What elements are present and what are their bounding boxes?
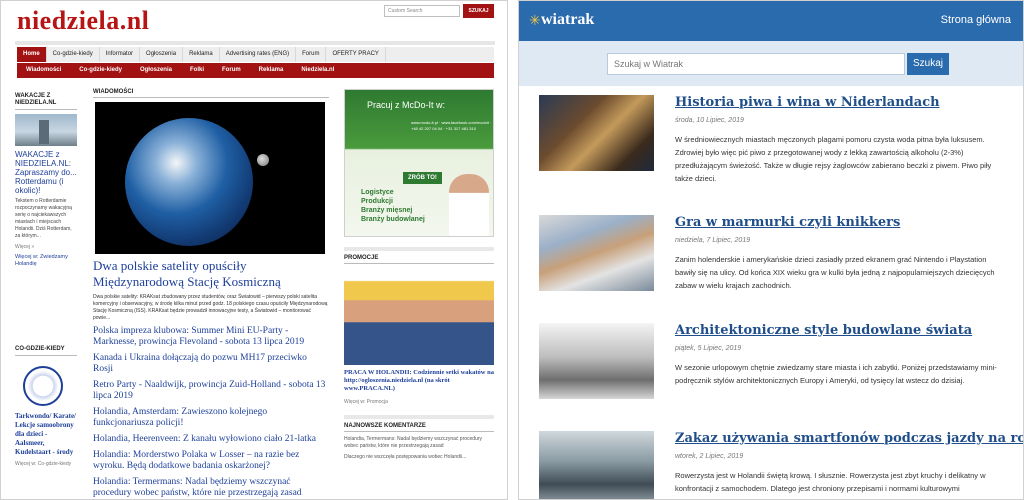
earth-image[interactable] [95, 102, 325, 254]
article-title[interactable]: Architektoniczne style budowlane świata [675, 323, 972, 338]
comment-item[interactable]: Dlaczego nie wszczęła postępowania wobec… [344, 454, 494, 461]
event-title[interactable]: Tarkwondo/ Karate/ Lekcje samoobrony dla… [15, 412, 77, 457]
article-date: wtorek, 2 Lipiec, 2019 [675, 453, 744, 460]
divider [15, 41, 495, 45]
subnav-folki[interactable]: Folki [181, 63, 213, 78]
nav-forum[interactable]: Forum [296, 47, 327, 62]
rotterdam-image[interactable] [15, 114, 77, 146]
ad-list-item: Logistyce [361, 189, 394, 196]
wiatrak-screenshot: ✳ wiatrak Strona główna Szukaj w Wiatrak… [518, 0, 1024, 500]
ad-list-item: Produkcji [361, 198, 393, 205]
promo-heading: PROMOCJE [344, 255, 494, 264]
beer-painting-image[interactable] [539, 95, 654, 171]
headline-link[interactable]: Holandia, Amsterdam: Zawieszono kolejneg… [93, 407, 329, 429]
sidebar-co-gdzie-kiedy: CO-GDZIE-KIEDY Tarkwondo/ Karate/ Lekcje… [15, 346, 77, 467]
nav-reklama[interactable]: Reklama [183, 47, 220, 62]
search-button[interactable]: Szukaj [907, 53, 949, 75]
nav-advertising-rates[interactable]: Advertising rates (ENG) [220, 47, 297, 62]
site-logo[interactable]: niedziela.nl [17, 6, 149, 36]
subnav-reklama[interactable]: Reklama [250, 63, 293, 78]
sidebar-article-text: Tekstem o Rotterdamie rozpoczynamy wakac… [15, 198, 72, 239]
article-text: Rowerzysta jest w Holandii świętą krową.… [675, 471, 986, 493]
subnav-wiadomosci[interactable]: Wiadomości [17, 63, 70, 78]
lead-article-title[interactable]: Dwa polskie satelity opuściły Międzynaro… [93, 258, 329, 290]
sidebar-heading: CO-GDZIE-KIEDY [15, 346, 77, 356]
ad-cta-button[interactable]: ZRÓB TO! [403, 172, 442, 184]
headline-link[interactable]: Polska impreza klubowa: Summer Mini EU-P… [93, 326, 329, 348]
karate-logo[interactable] [23, 366, 63, 406]
subnav-niedziela[interactable]: Niedziela.nl [292, 63, 343, 78]
article-date: piątek, 5 Lipiec, 2019 [675, 345, 742, 352]
nav-home[interactable]: Home [17, 47, 47, 62]
article-title[interactable]: Historia piwa i wina w Niderlandach [675, 95, 940, 110]
comments-heading: NAJNOWSZE KOMENTARZE [344, 423, 494, 432]
top-bar: ✳ wiatrak Strona główna [519, 1, 1023, 41]
news-heading: WIADOMOŚCI [93, 89, 329, 98]
marbles-image[interactable] [539, 215, 654, 291]
search-button[interactable]: SZUKAJ [463, 4, 494, 18]
article-date: środa, 10 Lipiec, 2019 [675, 117, 744, 124]
ad-list-item: Branży mięsnej [361, 207, 413, 214]
lead-article-text: Dwa polskie satelity: KRAKsat zbudowany … [93, 294, 328, 321]
ad-headline: Pracuj z McDo-It w: [367, 100, 446, 110]
cyclist-image[interactable] [539, 431, 654, 499]
sidebar-article-title[interactable]: WAKACJE z NIEDZIELA.NL: Zapraszamy do...… [15, 150, 77, 195]
worker-image[interactable] [344, 269, 494, 365]
ad-list-item: Branży budowlanej [361, 216, 425, 223]
search-input[interactable]: Custom Search [384, 5, 460, 17]
category-link[interactable]: Więcej w: Zwiedzamy Holandię [15, 254, 77, 268]
search-input[interactable]: Szukaj w Wiatrak [607, 53, 905, 75]
castle-engraving-image[interactable] [539, 323, 654, 399]
sidebar-wakacje: WAKACJE Z NIEDZIELA.NL WAKACJE z NIEDZIE… [15, 93, 77, 268]
nav-informator[interactable]: Informator [100, 47, 141, 62]
mcdo-it-ad[interactable]: Pracuj z McDo-It w: www.mcdo-it.pl · www… [344, 89, 494, 237]
article-date: niedziela, 7 Lipiec, 2019 [675, 237, 751, 244]
article-text: W średniowiecznych miastach męczonych pl… [675, 135, 992, 183]
ad-list: Logistyce Produkcji Branży mięsnej Branż… [361, 188, 425, 224]
moon [257, 154, 269, 166]
search-bar: Szukaj w Wiatrak Szukaj [519, 41, 1023, 86]
headline-link[interactable]: Kanada i Ukraina dołączają do pozwu MH17… [93, 353, 329, 375]
article-title[interactable]: Gra w marmurki czyli knikkers [675, 215, 900, 230]
subnav-ogloszenia[interactable]: Ogłoszenia [131, 63, 181, 78]
headline-list: Polska impreza klubowa: Summer Mini EU-P… [93, 326, 329, 499]
subnav-forum[interactable]: Forum [213, 63, 250, 78]
main-nav: Home Co-gdzie-kiedy Informator Ogłoszeni… [17, 47, 494, 62]
divider [344, 415, 494, 419]
home-link[interactable]: Strona główna [941, 14, 1011, 26]
right-column: Pracuj z McDo-It w: www.mcdo-it.pl · www… [344, 89, 494, 461]
nav-co-gdzie-kiedy[interactable]: Co-gdzie-kiedy [47, 47, 100, 62]
comment-item[interactable]: Holandia, Termermans: Nadal będziemy wsz… [344, 436, 494, 450]
more-link[interactable]: Więcej w: Promocja [344, 399, 494, 405]
sidebar-heading: WAKACJE Z NIEDZIELA.NL [15, 93, 77, 110]
headline-link[interactable]: Holandia: Morderstwo Polaka w Losser – n… [93, 450, 329, 472]
earth-globe [125, 118, 253, 246]
subnav-co-gdzie-kiedy[interactable]: Co-gdzie-kiedy [70, 63, 131, 78]
article-text: Zanim holenderskie i amerykańskie dzieci… [675, 255, 995, 290]
divider [344, 247, 494, 251]
nav-ogloszenia[interactable]: Ogłoszenia [140, 47, 184, 62]
headline-link[interactable]: Holandia: Termermans: Nadal będziemy wsz… [93, 477, 329, 499]
nav-oferty-pracy[interactable]: OFERTY PRACY [326, 47, 386, 62]
niedziela-screenshot: niedziela.nl Custom Search SZUKAJ Home C… [0, 0, 508, 500]
article-text: W sezonie urlopowym chętnie zwiedzamy st… [675, 363, 997, 385]
promo-title[interactable]: PRACA W HOLANDII: Codziennie setki wakat… [344, 369, 494, 393]
sub-nav: Wiadomości Co-gdzie-kiedy Ogłoszenia Fol… [17, 63, 494, 78]
headline-link[interactable]: Holandia, Heerenveen: Z kanału wyłowiono… [93, 434, 329, 445]
ad-contact: www.mcdo-it.pl · www.facebook.com/mcdoit… [411, 120, 492, 131]
more-link[interactable]: Więcej » [15, 244, 77, 250]
more-link[interactable]: Więcej w: Co-gdzie-kiedy [15, 461, 77, 467]
headline-link[interactable]: Retro Party - Naaldwijk, prowincja Zuid-… [93, 380, 329, 402]
ad-person-image [449, 174, 489, 236]
article-title[interactable]: Zakaz używania smartfonów podczas jazdy … [675, 431, 1023, 446]
site-logo[interactable]: wiatrak [541, 11, 594, 29]
news-column: WIADOMOŚCI Dwa polskie satelity opuściły… [93, 89, 329, 499]
